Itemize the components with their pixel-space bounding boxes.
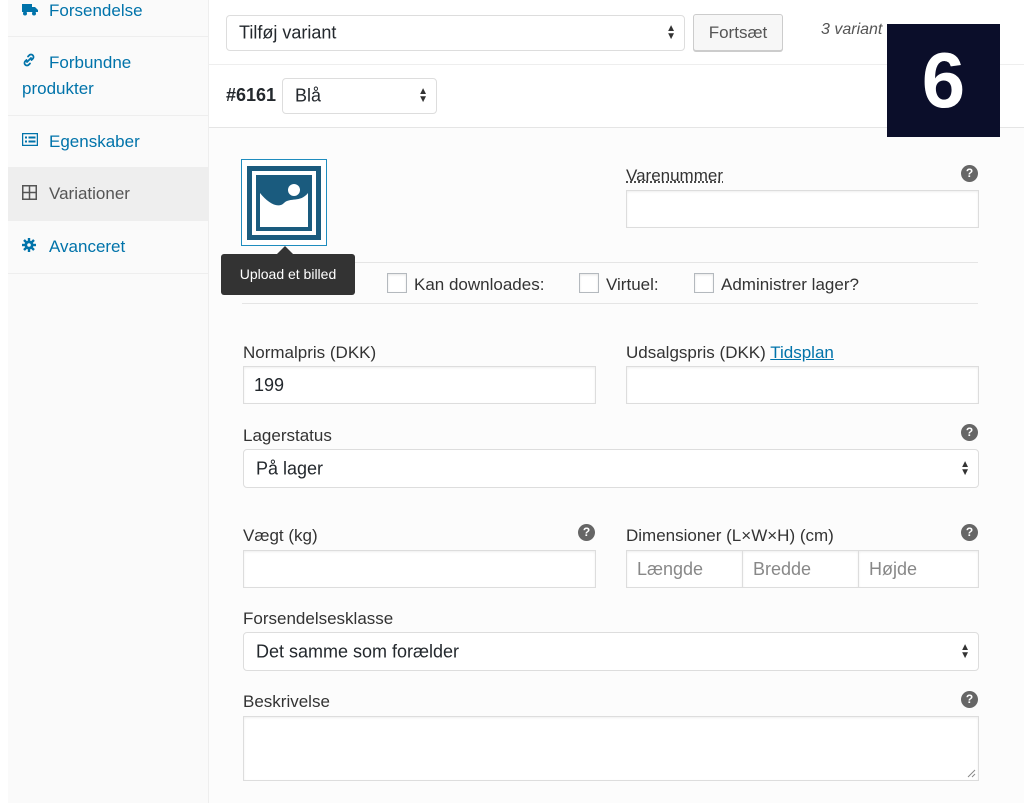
downloadable-checkbox[interactable] bbox=[387, 273, 407, 293]
continue-button[interactable]: Fortsæt bbox=[693, 14, 783, 51]
downloadable-label: Kan downloades: bbox=[414, 275, 545, 294]
variation-id: #6161 bbox=[226, 85, 277, 105]
manage-stock-checkbox[interactable] bbox=[694, 273, 714, 293]
product-data-tabs: Forsendelse Forbundne produkter Egenskab… bbox=[8, 0, 209, 803]
upload-image-tooltip: Upload et billed bbox=[221, 246, 355, 295]
sku-label: Varenummer bbox=[626, 166, 723, 185]
variation-image-upload[interactable] bbox=[241, 159, 327, 246]
weight-input[interactable] bbox=[243, 550, 596, 588]
tab-attributes[interactable]: Egenskaber bbox=[8, 116, 208, 168]
regular-price-input[interactable]: 199 bbox=[243, 366, 596, 404]
virtual-label: Virtuel: bbox=[606, 275, 659, 294]
stock-status-select[interactable]: På lager ▲ ▼ bbox=[243, 449, 979, 488]
regular-price-label: Normalpris (DKK) bbox=[243, 343, 377, 362]
divider bbox=[242, 303, 978, 304]
add-variant-select[interactable]: Tilføj variant ▲ ▼ bbox=[226, 15, 685, 51]
select-arrows-icon: ▲ ▼ bbox=[666, 23, 676, 42]
tab-variations[interactable]: Variationer bbox=[8, 168, 208, 221]
schedule-link[interactable]: Tidsplan bbox=[770, 343, 834, 362]
width-input[interactable]: Bredde bbox=[742, 550, 859, 588]
tab-advanced[interactable]: Avanceret bbox=[8, 221, 208, 274]
image-placeholder-icon bbox=[247, 166, 321, 240]
grid-icon bbox=[22, 185, 37, 203]
stock-status-label: Lagerstatus bbox=[243, 426, 332, 445]
help-icon[interactable]: ? bbox=[961, 424, 978, 441]
select-arrows-icon: ▲ ▼ bbox=[418, 86, 428, 105]
gear-icon bbox=[22, 238, 36, 255]
help-icon[interactable]: ? bbox=[961, 691, 978, 708]
tab-label: Forbundne produkter bbox=[22, 53, 132, 98]
tab-label: Avanceret bbox=[49, 237, 126, 256]
select-arrows-icon: ▲ ▼ bbox=[960, 641, 970, 661]
step-number-badge: 6 bbox=[887, 24, 1000, 137]
resize-grip-icon[interactable] bbox=[966, 768, 976, 778]
manage-stock-label: Administrer lager? bbox=[721, 275, 859, 294]
height-input[interactable]: Højde bbox=[858, 550, 979, 588]
length-input[interactable]: Længde bbox=[626, 550, 743, 588]
sale-price-label: Udsalgspris (DKK) Tidsplan bbox=[626, 343, 834, 362]
tab-label: Forsendelse bbox=[49, 1, 143, 20]
shipping-class-label: Forsendelsesklasse bbox=[243, 609, 394, 628]
virtual-checkbox[interactable] bbox=[579, 273, 599, 293]
list-icon bbox=[21, 132, 39, 149]
sale-price-input[interactable] bbox=[626, 366, 979, 404]
attribute-select[interactable]: Blå ▲ ▼ bbox=[282, 78, 437, 114]
variant-count: 3 variant bbox=[821, 21, 883, 38]
tab-linked-products[interactable]: Forbundne produkter bbox=[8, 37, 208, 116]
truck-icon bbox=[22, 2, 38, 19]
shipping-class-select[interactable]: Det samme som forælder ▲ ▼ bbox=[243, 632, 979, 671]
description-textarea[interactable] bbox=[243, 716, 979, 781]
help-icon[interactable]: ? bbox=[961, 524, 978, 541]
help-icon[interactable]: ? bbox=[578, 524, 595, 541]
tab-label: Variationer bbox=[49, 184, 130, 203]
sku-input[interactable] bbox=[626, 190, 979, 228]
tab-label: Egenskaber bbox=[49, 132, 140, 151]
description-label: Beskrivelse bbox=[243, 692, 330, 711]
tab-shipping[interactable]: Forsendelse bbox=[8, 0, 208, 37]
select-arrows-icon: ▲ ▼ bbox=[960, 458, 970, 478]
weight-label: Vægt (kg) bbox=[243, 526, 318, 545]
dimensions-label: Dimensioner (L×W×H) (cm) bbox=[626, 526, 834, 545]
help-icon[interactable]: ? bbox=[961, 165, 978, 182]
